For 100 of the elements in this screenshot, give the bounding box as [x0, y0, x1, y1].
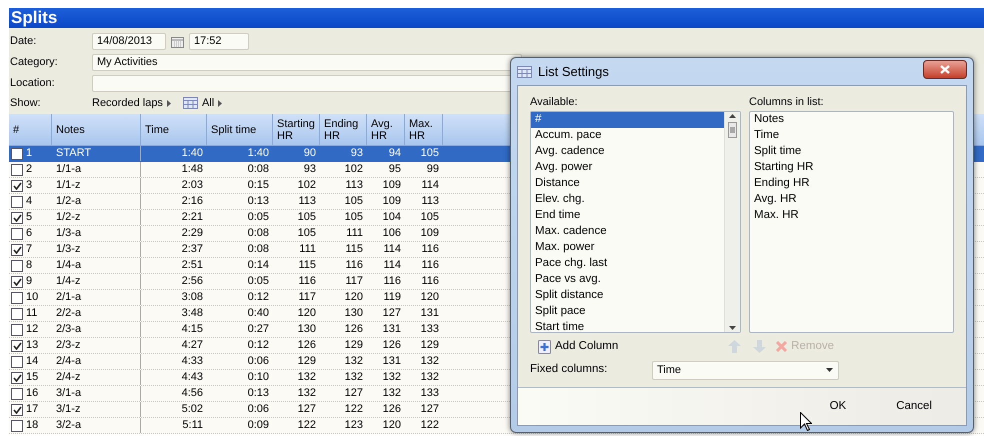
list-item[interactable]: Start time: [531, 320, 724, 336]
row-checkbox[interactable]: [11, 308, 23, 320]
row-checkbox[interactable]: [11, 244, 23, 256]
add-column-button[interactable]: Add Column: [538, 338, 618, 356]
list-item[interactable]: Pace chg. last: [531, 256, 724, 272]
category-field[interactable]: My Activities: [92, 54, 522, 71]
table-cell-text: 0:08: [246, 162, 270, 177]
row-checkbox[interactable]: [11, 180, 23, 192]
table-cell-text: 2:16: [180, 194, 204, 209]
row-checkbox[interactable]: [11, 292, 23, 304]
row-checkbox[interactable]: [11, 404, 23, 416]
table-cell-text: 93: [302, 162, 317, 177]
time-field[interactable]: 17:52: [189, 33, 249, 50]
table-cell-text: 5:02: [180, 402, 204, 417]
table-cell-text: 106: [382, 226, 402, 241]
column-header[interactable]: Ending HR: [320, 114, 367, 145]
available-list[interactable]: # Accum. pace Avg. cadence Avg. power Distance Elev. chg. End time Max. cadence Max. power Pace chg. last Pace vs avg. Split distance Split pace Start time: [530, 110, 741, 332]
row-checkbox[interactable]: [11, 420, 23, 432]
table-cell-text: 132: [420, 370, 440, 385]
list-item[interactable]: Split pace: [531, 304, 724, 320]
row-number: 18: [26, 418, 38, 433]
row-checkbox[interactable]: [11, 276, 23, 288]
list-item[interactable]: Ending HR: [750, 176, 953, 192]
table-cell: 2/4-z: [52, 370, 141, 385]
scroll-down-icon[interactable]: [729, 326, 736, 330]
table-cell-text: 120: [420, 290, 440, 305]
row-checkbox[interactable]: [11, 340, 23, 352]
table-cell-text: 4:56: [180, 386, 204, 401]
table-cell-text: 0:08: [246, 242, 270, 257]
laps-dropdown[interactable]: Recorded laps: [92, 94, 171, 112]
table-cell-text: 2:03: [180, 178, 204, 193]
row-checkbox[interactable]: [11, 356, 23, 368]
table-cell-text: 127: [344, 386, 364, 401]
table-cell-text: 129: [296, 354, 317, 369]
row-checkbox[interactable]: [11, 212, 23, 224]
row-checkbox[interactable]: [11, 164, 23, 176]
table-cell-text: 122: [296, 418, 317, 433]
row-number: 5: [26, 210, 32, 225]
list-item[interactable]: Split distance: [531, 288, 724, 304]
list-item[interactable]: Avg. cadence: [531, 144, 724, 160]
field-label: Location:: [9, 76, 56, 92]
row-checkbox[interactable]: [11, 388, 23, 400]
table-icon: [182, 97, 198, 109]
fixed-columns-select[interactable]: Time: [652, 360, 839, 380]
table-cell: 1/3-z: [52, 242, 141, 257]
list-item[interactable]: Max. cadence: [531, 224, 724, 240]
list-item[interactable]: End time: [531, 208, 724, 224]
column-header[interactable]: Starting HR: [273, 114, 320, 145]
table-cell: 2/1-a: [52, 290, 141, 305]
list-item[interactable]: Starting HR: [750, 160, 953, 176]
list-item[interactable]: Avg. power: [531, 160, 724, 176]
table-cell-text: 129: [420, 338, 440, 353]
date-field[interactable]: 14/08/2013: [92, 33, 166, 50]
row-checkbox[interactable]: [11, 260, 23, 272]
field-label: Date:: [9, 34, 38, 50]
column-header[interactable]: Time: [141, 114, 207, 145]
row-checkbox[interactable]: [11, 228, 23, 240]
table-cell-text: 116: [344, 258, 364, 273]
table-cell-text: 0:13: [246, 194, 270, 209]
column-header[interactable]: #: [9, 114, 52, 145]
table-cell-text: 4:27: [180, 338, 204, 353]
table-cell-text: 0:10: [246, 370, 270, 385]
table-cell-text: 105: [420, 146, 440, 161]
table-cell-text: 0:08: [246, 226, 270, 241]
column-header[interactable]: Notes: [52, 114, 141, 145]
column-header[interactable]: Split time: [207, 114, 273, 145]
scrollbar-thumb[interactable]: [728, 122, 737, 138]
table-cell-text: 130: [296, 322, 317, 337]
row-checkbox[interactable]: [11, 372, 23, 384]
columns-list[interactable]: Notes Time Split time Starting HR Ending HR Avg. HR Max. HR: [749, 110, 954, 332]
list-item[interactable]: Max. HR: [750, 208, 953, 224]
dropdown-caret-icon: [826, 368, 833, 372]
table-cell-text: 0:12: [246, 290, 270, 305]
column-header[interactable]: Max. HR: [405, 114, 443, 145]
table-cell-text: 133: [420, 386, 440, 401]
list-item[interactable]: Time: [750, 128, 953, 144]
table-cell-text: 127: [420, 402, 440, 417]
list-item[interactable]: Max. power: [531, 240, 724, 256]
list-item[interactable]: #: [531, 112, 724, 128]
list-item[interactable]: Split time: [750, 144, 953, 160]
list-item[interactable]: Avg. HR: [750, 192, 953, 208]
list-item[interactable]: Accum. pace: [531, 128, 724, 144]
add-icon: [538, 340, 551, 354]
all-dropdown[interactable]: All: [182, 94, 222, 112]
row-checkbox[interactable]: [11, 324, 23, 336]
column-header[interactable]: Avg. HR: [367, 114, 405, 145]
dialog-title: List Settings: [538, 62, 609, 81]
table-cell-text: 111: [345, 226, 364, 241]
list-item[interactable]: Notes: [750, 112, 953, 128]
row-checkbox[interactable]: [11, 196, 23, 208]
close-button[interactable]: [923, 60, 967, 79]
calendar-icon[interactable]: [171, 36, 184, 48]
row-number: 16: [26, 386, 38, 401]
list-item[interactable]: Distance: [531, 176, 724, 192]
table-cell-text: 0:06: [246, 354, 270, 369]
list-item[interactable]: Pace vs avg.: [531, 272, 724, 288]
list-item[interactable]: Elev. chg.: [531, 192, 724, 208]
table-cell-text: 2:51: [180, 258, 204, 273]
row-checkbox[interactable]: [11, 148, 23, 160]
table-cell-text: 123: [344, 418, 364, 433]
